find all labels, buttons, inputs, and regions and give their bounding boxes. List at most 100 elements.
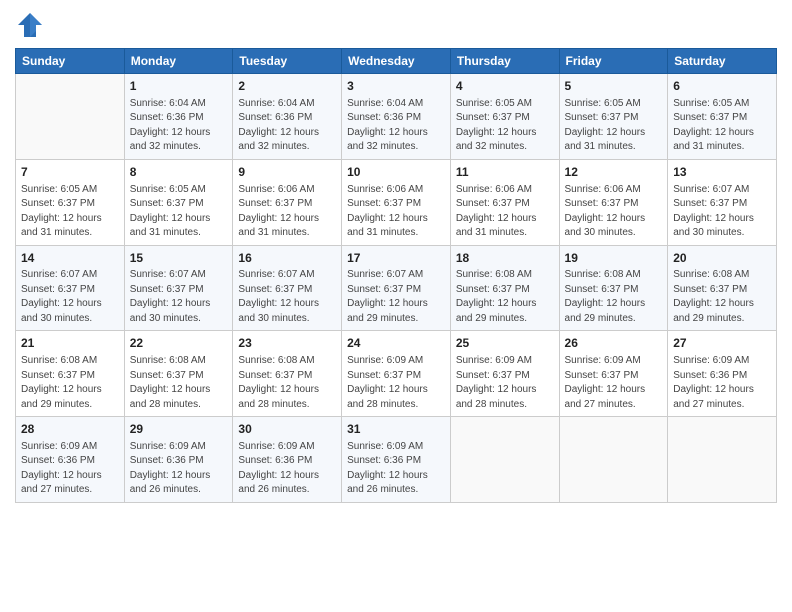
day-info: Sunrise: 6:08 AM Sunset: 6:37 PM Dayligh… <box>21 354 119 412</box>
day-info: Sunrise: 6:05 AM Sunset: 6:37 PM Dayligh… <box>673 97 771 155</box>
day-cell: 10 Sunrise: 6:06 AM Sunset: 6:37 PM Dayli… <box>342 159 451 245</box>
day-info: Sunrise: 6:05 AM Sunset: 6:37 PM Dayligh… <box>565 97 663 155</box>
day-cell: 16Sunrise: 6:07 AM Sunset: 6:37 PM Dayli… <box>233 245 342 331</box>
day-cell: 14Sunrise: 6:07 AM Sunset: 6:37 PM Dayli… <box>16 245 125 331</box>
day-cell: 20Sunrise: 6:08 AM Sunset: 6:37 PM Dayli… <box>668 245 777 331</box>
day-number: 25 <box>456 335 554 352</box>
day-cell <box>16 74 125 160</box>
day-info: Sunrise: 6:08 AM Sunset: 6:37 PM Dayligh… <box>673 268 771 326</box>
day-cell: 25 Sunrise: 6:09 AM Sunset: 6:37 PM Dayli… <box>450 331 559 417</box>
day-info: Sunrise: 6:06 AM Sunset: 6:37 PM Dayligh… <box>456 183 554 241</box>
day-number: 5 <box>565 78 663 95</box>
calendar-page: SundayMondayTuesdayWednesdayThursdayFrid… <box>0 0 792 612</box>
logo-icon <box>15 10 45 40</box>
day-info: Sunrise: 6:08 AM Sunset: 6:37 PM Dayligh… <box>130 354 228 412</box>
week-row-2: 7Sunrise: 6:05 AM Sunset: 6:37 PM Daylig… <box>16 159 777 245</box>
day-number: 18 <box>456 250 554 267</box>
day-number: 15 <box>130 250 228 267</box>
day-number: 10 <box>347 164 445 181</box>
day-cell: 17Sunrise: 6:07 AM Sunset: 6:37 PM Dayli… <box>342 245 451 331</box>
logo <box>15 10 49 40</box>
calendar-body: 1 Sunrise: 6:04 AM Sunset: 6:36 PM Daylig… <box>16 74 777 503</box>
day-info: Sunrise: 6:07 AM Sunset: 6:37 PM Dayligh… <box>347 268 445 326</box>
day-number: 21 <box>21 335 119 352</box>
day-info: Sunrise: 6:09 AM Sunset: 6:37 PM Dayligh… <box>456 354 554 412</box>
day-number: 4 <box>456 78 554 95</box>
day-cell: 5 Sunrise: 6:05 AM Sunset: 6:37 PM Daylig… <box>559 74 668 160</box>
day-cell: 4 Sunrise: 6:05 AM Sunset: 6:37 PM Daylig… <box>450 74 559 160</box>
day-cell: 13 Sunrise: 6:07 AM Sunset: 6:37 PM Dayli… <box>668 159 777 245</box>
day-info: Sunrise: 6:09 AM Sunset: 6:36 PM Dayligh… <box>21 440 119 498</box>
day-number: 12 <box>565 164 663 181</box>
header-cell-friday: Friday <box>559 49 668 74</box>
day-info: Sunrise: 6:08 AM Sunset: 6:37 PM Dayligh… <box>238 354 336 412</box>
day-info: Sunrise: 6:07 AM Sunset: 6:37 PM Dayligh… <box>21 268 119 326</box>
day-cell: 26Sunrise: 6:09 AM Sunset: 6:37 PM Dayli… <box>559 331 668 417</box>
day-cell: 1 Sunrise: 6:04 AM Sunset: 6:36 PM Daylig… <box>124 74 233 160</box>
day-cell: 2 Sunrise: 6:04 AM Sunset: 6:36 PM Daylig… <box>233 74 342 160</box>
day-cell: 15Sunrise: 6:07 AM Sunset: 6:37 PM Dayli… <box>124 245 233 331</box>
week-row-3: 14Sunrise: 6:07 AM Sunset: 6:37 PM Dayli… <box>16 245 777 331</box>
day-cell: 21 Sunrise: 6:08 AM Sunset: 6:37 PM Dayli… <box>16 331 125 417</box>
day-number: 8 <box>130 164 228 181</box>
day-number: 9 <box>238 164 336 181</box>
header-cell-wednesday: Wednesday <box>342 49 451 74</box>
day-number: 2 <box>238 78 336 95</box>
page-header <box>15 10 777 40</box>
calendar-header: SundayMondayTuesdayWednesdayThursdayFrid… <box>16 49 777 74</box>
day-cell: 27 Sunrise: 6:09 AM Sunset: 6:36 PM Dayli… <box>668 331 777 417</box>
day-info: Sunrise: 6:09 AM Sunset: 6:36 PM Dayligh… <box>130 440 228 498</box>
day-number: 13 <box>673 164 771 181</box>
day-number: 3 <box>347 78 445 95</box>
day-number: 29 <box>130 421 228 438</box>
day-info: Sunrise: 6:08 AM Sunset: 6:37 PM Dayligh… <box>456 268 554 326</box>
day-info: Sunrise: 6:06 AM Sunset: 6:37 PM Dayligh… <box>238 183 336 241</box>
day-cell: 29 Sunrise: 6:09 AM Sunset: 6:36 PM Dayli… <box>124 417 233 503</box>
day-number: 1 <box>130 78 228 95</box>
day-cell: 19Sunrise: 6:08 AM Sunset: 6:37 PM Dayli… <box>559 245 668 331</box>
day-cell: 3 Sunrise: 6:04 AM Sunset: 6:36 PM Daylig… <box>342 74 451 160</box>
day-cell: 28 Sunrise: 6:09 AM Sunset: 6:36 PM Dayli… <box>16 417 125 503</box>
day-info: Sunrise: 6:08 AM Sunset: 6:37 PM Dayligh… <box>565 268 663 326</box>
day-number: 24 <box>347 335 445 352</box>
day-number: 31 <box>347 421 445 438</box>
day-info: Sunrise: 6:05 AM Sunset: 6:37 PM Dayligh… <box>456 97 554 155</box>
day-number: 6 <box>673 78 771 95</box>
day-info: Sunrise: 6:07 AM Sunset: 6:37 PM Dayligh… <box>673 183 771 241</box>
header-cell-tuesday: Tuesday <box>233 49 342 74</box>
day-info: Sunrise: 6:09 AM Sunset: 6:36 PM Dayligh… <box>347 440 445 498</box>
day-cell <box>668 417 777 503</box>
day-info: Sunrise: 6:05 AM Sunset: 6:37 PM Dayligh… <box>130 183 228 241</box>
day-number: 26 <box>565 335 663 352</box>
day-number: 22 <box>130 335 228 352</box>
day-cell: 6 Sunrise: 6:05 AM Sunset: 6:37 PM Daylig… <box>668 74 777 160</box>
day-info: Sunrise: 6:07 AM Sunset: 6:37 PM Dayligh… <box>238 268 336 326</box>
day-number: 14 <box>21 250 119 267</box>
header-row: SundayMondayTuesdayWednesdayThursdayFrid… <box>16 49 777 74</box>
day-number: 27 <box>673 335 771 352</box>
calendar-table: SundayMondayTuesdayWednesdayThursdayFrid… <box>15 48 777 503</box>
header-cell-sunday: Sunday <box>16 49 125 74</box>
header-cell-thursday: Thursday <box>450 49 559 74</box>
day-number: 20 <box>673 250 771 267</box>
day-number: 16 <box>238 250 336 267</box>
day-info: Sunrise: 6:04 AM Sunset: 6:36 PM Dayligh… <box>130 97 228 155</box>
day-number: 30 <box>238 421 336 438</box>
day-info: Sunrise: 6:07 AM Sunset: 6:37 PM Dayligh… <box>130 268 228 326</box>
day-info: Sunrise: 6:06 AM Sunset: 6:37 PM Dayligh… <box>347 183 445 241</box>
day-cell: 8 Sunrise: 6:05 AM Sunset: 6:37 PM Daylig… <box>124 159 233 245</box>
day-cell: 23 Sunrise: 6:08 AM Sunset: 6:37 PM Dayli… <box>233 331 342 417</box>
day-cell: 12Sunrise: 6:06 AM Sunset: 6:37 PM Dayli… <box>559 159 668 245</box>
week-row-4: 21 Sunrise: 6:08 AM Sunset: 6:37 PM Dayli… <box>16 331 777 417</box>
day-info: Sunrise: 6:09 AM Sunset: 6:36 PM Dayligh… <box>673 354 771 412</box>
day-cell: 22 Sunrise: 6:08 AM Sunset: 6:37 PM Dayli… <box>124 331 233 417</box>
week-row-5: 28 Sunrise: 6:09 AM Sunset: 6:36 PM Dayli… <box>16 417 777 503</box>
day-info: Sunrise: 6:04 AM Sunset: 6:36 PM Dayligh… <box>238 97 336 155</box>
day-cell: 30 Sunrise: 6:09 AM Sunset: 6:36 PM Dayli… <box>233 417 342 503</box>
day-number: 28 <box>21 421 119 438</box>
day-number: 23 <box>238 335 336 352</box>
day-info: Sunrise: 6:09 AM Sunset: 6:36 PM Dayligh… <box>238 440 336 498</box>
day-info: Sunrise: 6:05 AM Sunset: 6:37 PM Dayligh… <box>21 183 119 241</box>
day-cell: 9 Sunrise: 6:06 AM Sunset: 6:37 PM Daylig… <box>233 159 342 245</box>
day-info: Sunrise: 6:04 AM Sunset: 6:36 PM Dayligh… <box>347 97 445 155</box>
